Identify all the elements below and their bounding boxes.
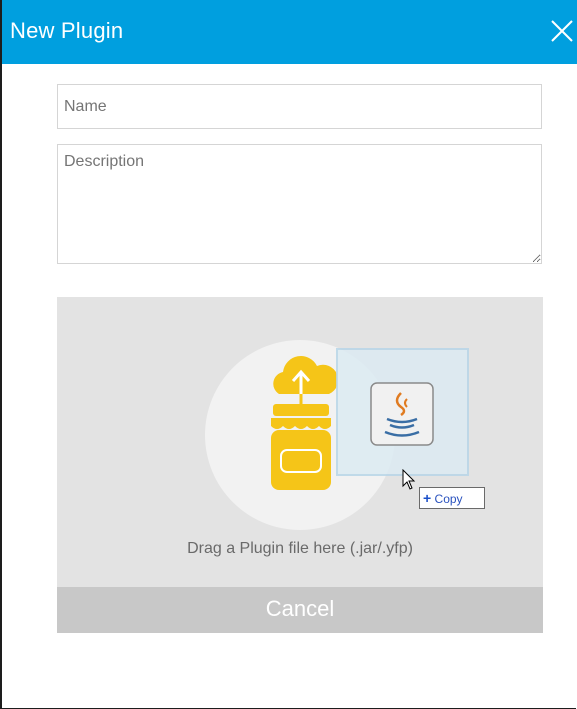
copy-label: Copy xyxy=(434,492,463,506)
cancel-button[interactable]: Cancel xyxy=(57,587,543,633)
dialog-title: New Plugin xyxy=(10,18,124,43)
jar-icon xyxy=(271,404,331,490)
new-plugin-dialog: New Plugin Name Description + Copy Drag … xyxy=(0,0,577,709)
java-file-icon xyxy=(336,348,469,476)
close-icon[interactable] xyxy=(549,18,575,44)
description-input[interactable] xyxy=(57,144,542,264)
dropzone-instruction: Drag a Plugin file here (.jar/.yfp) xyxy=(187,540,413,557)
plugin-dropzone[interactable]: + Copy Drag a Plugin file here (.jar/.yf… xyxy=(57,297,543,587)
name-input[interactable] xyxy=(57,84,542,129)
plus-icon: + xyxy=(423,490,432,506)
copy-drag-tooltip: + Copy xyxy=(419,487,485,509)
mouse-cursor-icon xyxy=(402,469,416,490)
dialog-titlebar: New Plugin xyxy=(2,0,577,64)
